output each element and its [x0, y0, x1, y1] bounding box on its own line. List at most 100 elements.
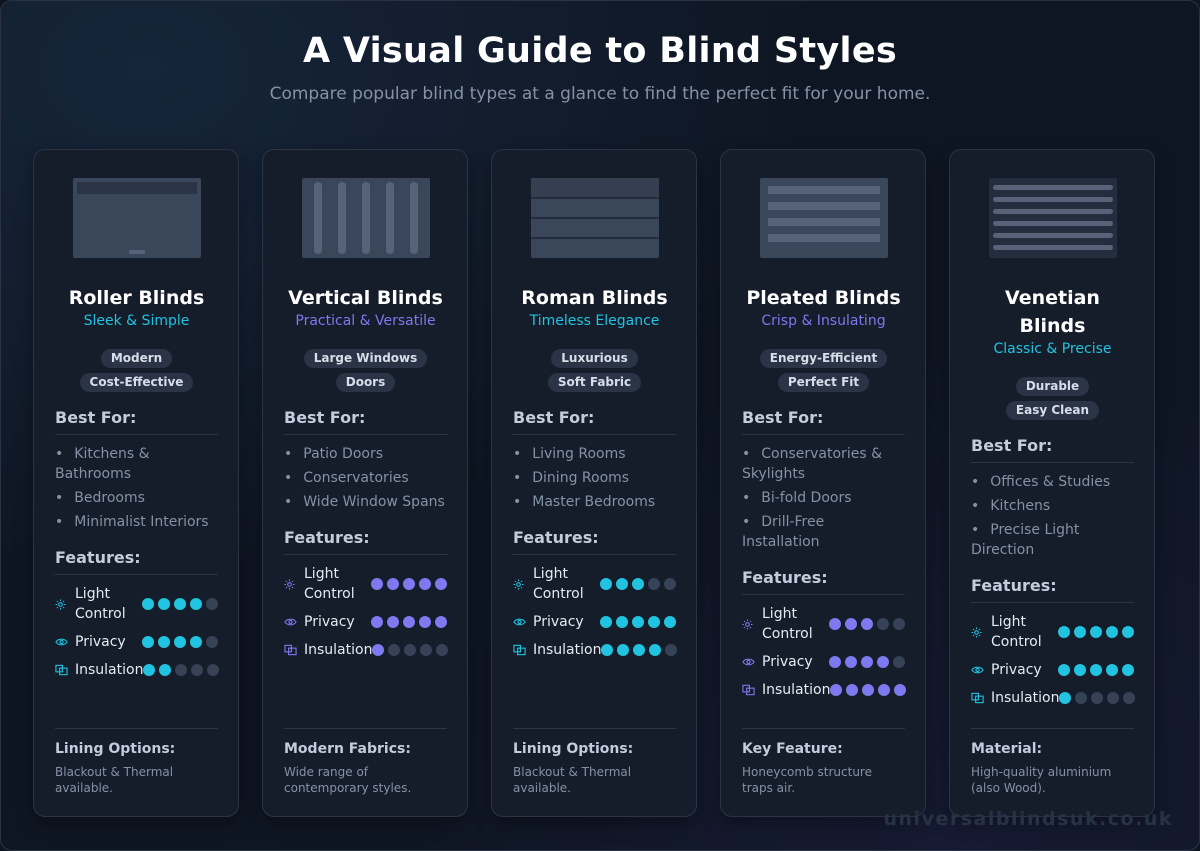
- card-vertical-blinds: Vertical Blinds Practical & Versatile La…: [262, 149, 468, 817]
- eye-icon: [55, 636, 68, 649]
- rating-dot-filled: [616, 616, 628, 628]
- footer-text: Blackout & Thermal available.: [513, 765, 632, 795]
- rating-dot-filled: [371, 616, 383, 628]
- rating-dot-empty: [436, 644, 449, 656]
- footer-heading: Lining Options:: [513, 741, 634, 757]
- footer-heading: Modern Fabrics:: [284, 741, 411, 757]
- feature-label: Insulation: [75, 662, 144, 678]
- rating-dot-filled: [632, 616, 644, 628]
- feature-row-light-control: Light Control: [55, 584, 218, 624]
- rating-dots: [371, 578, 447, 590]
- rating-dot-filled: [387, 616, 399, 628]
- best-for-heading: Best For:: [971, 436, 1134, 463]
- rating-dot-filled: [435, 616, 447, 628]
- rating-dot-filled: [1074, 664, 1086, 676]
- rating-dot-filled: [846, 684, 859, 696]
- features-heading: Features:: [284, 528, 447, 555]
- page-subtitle: Compare popular blind types at a glance …: [269, 84, 931, 104]
- list-item: Patio Doors: [284, 444, 447, 464]
- feature-label: Light Control: [991, 614, 1042, 650]
- badge-group: Durable Easy Clean: [971, 377, 1134, 420]
- feature-label: Light Control: [304, 566, 355, 602]
- rating-dot-filled: [387, 578, 399, 590]
- rating-dot-filled: [435, 578, 447, 590]
- rating-dots: [142, 636, 218, 648]
- badge: Easy Clean: [1005, 401, 1100, 420]
- rating-dot-empty: [191, 664, 204, 676]
- vertical-blind-illustration: [301, 178, 430, 258]
- feature-label: Privacy: [762, 654, 813, 670]
- feature-label: Privacy: [75, 634, 126, 650]
- rating-dots: [829, 618, 905, 630]
- insulation-icon: [55, 664, 68, 677]
- footer-text: Wide range of contemporary styles.: [284, 765, 412, 795]
- features-heading: Features:: [742, 568, 905, 595]
- feature-label: Insulation: [991, 690, 1060, 706]
- rating-dot-filled: [372, 644, 385, 656]
- rating-dot-filled: [845, 656, 857, 668]
- rating-dot-filled: [419, 578, 431, 590]
- sun-icon: [513, 578, 526, 591]
- feature-row-light-control: Light Control: [284, 564, 447, 604]
- sun-icon: [971, 626, 984, 639]
- eye-icon: [513, 616, 526, 629]
- feature-label: Light Control: [762, 606, 813, 642]
- badge: Soft Fabric: [547, 373, 642, 392]
- list-item: Kitchens & Bathrooms: [55, 444, 218, 484]
- feature-row-privacy: Privacy: [55, 632, 218, 652]
- rating-dots: [371, 616, 447, 628]
- badge: Durable: [1015, 377, 1090, 396]
- rating-dot-filled: [1106, 626, 1118, 638]
- card-title: Pleated Blinds: [746, 287, 901, 309]
- card-title: Venetian Blinds: [1005, 287, 1100, 337]
- rating-dot-filled: [174, 636, 186, 648]
- rating-dot-empty: [1091, 692, 1104, 704]
- footer-text: High-quality aluminium (also Wood).: [971, 765, 1112, 795]
- card-roman-blinds: Roman Blinds Timeless Elegance Luxurious…: [491, 149, 697, 817]
- card-title: Roller Blinds: [68, 287, 205, 309]
- rating-dot-filled: [1058, 664, 1070, 676]
- feature-row-privacy: Privacy: [513, 612, 676, 632]
- feature-ratings: Light Control Privacy Insulation: [971, 612, 1136, 708]
- rating-dots: [142, 598, 218, 610]
- footer-text: Blackout & Thermal available.: [55, 765, 174, 795]
- rating-dot-filled: [1122, 626, 1134, 638]
- rating-dot-filled: [862, 684, 875, 696]
- venetian-blind-illustration: [988, 178, 1117, 258]
- rating-dots: [372, 644, 449, 656]
- feature-ratings: Light Control Privacy Insulation: [513, 564, 678, 660]
- features-heading: Features:: [971, 576, 1134, 603]
- list-item: Offices & Studies: [971, 472, 1134, 492]
- rating-dot-filled: [1059, 692, 1072, 704]
- feature-ratings: Light Control Privacy Insulation: [742, 604, 907, 700]
- feature-row-insulation: Insulation: [284, 640, 449, 660]
- best-for-list: Living Rooms Dining Rooms Master Bedroom…: [513, 444, 676, 512]
- rating-dot-filled: [664, 616, 676, 628]
- feature-row-privacy: Privacy: [284, 612, 447, 632]
- rating-dot-filled: [600, 616, 612, 628]
- rating-dots: [1058, 664, 1134, 676]
- best-for-list: Kitchens & Bathrooms Bedrooms Minimalist…: [55, 444, 218, 532]
- rating-dot-empty: [388, 644, 401, 656]
- rating-dots: [1059, 692, 1136, 704]
- rating-dot-filled: [877, 656, 889, 668]
- feature-row-insulation: Insulation: [971, 688, 1136, 708]
- rating-dot-filled: [158, 636, 170, 648]
- best-for-heading: Best For:: [742, 408, 905, 435]
- rating-dot-empty: [207, 664, 220, 676]
- rating-dots: [600, 616, 676, 628]
- list-item: Conservatories & Skylights: [742, 444, 905, 484]
- badge: Cost-Effective: [79, 373, 194, 392]
- badge-group: Modern Cost-Effective: [55, 349, 218, 392]
- feature-row-light-control: Light Control: [742, 604, 905, 644]
- card-tagline: Practical & Versatile: [295, 313, 436, 329]
- pleated-blind-illustration: [759, 178, 888, 258]
- rating-dot-filled: [830, 684, 843, 696]
- rating-dot-empty: [404, 644, 417, 656]
- feature-label: Light Control: [533, 566, 584, 602]
- rating-dot-filled: [1106, 664, 1118, 676]
- best-for-heading: Best For:: [513, 408, 676, 435]
- rating-dot-filled: [174, 598, 186, 610]
- list-item: Precise Light Direction: [971, 520, 1134, 560]
- badge-group: Large Windows Doors: [284, 349, 447, 392]
